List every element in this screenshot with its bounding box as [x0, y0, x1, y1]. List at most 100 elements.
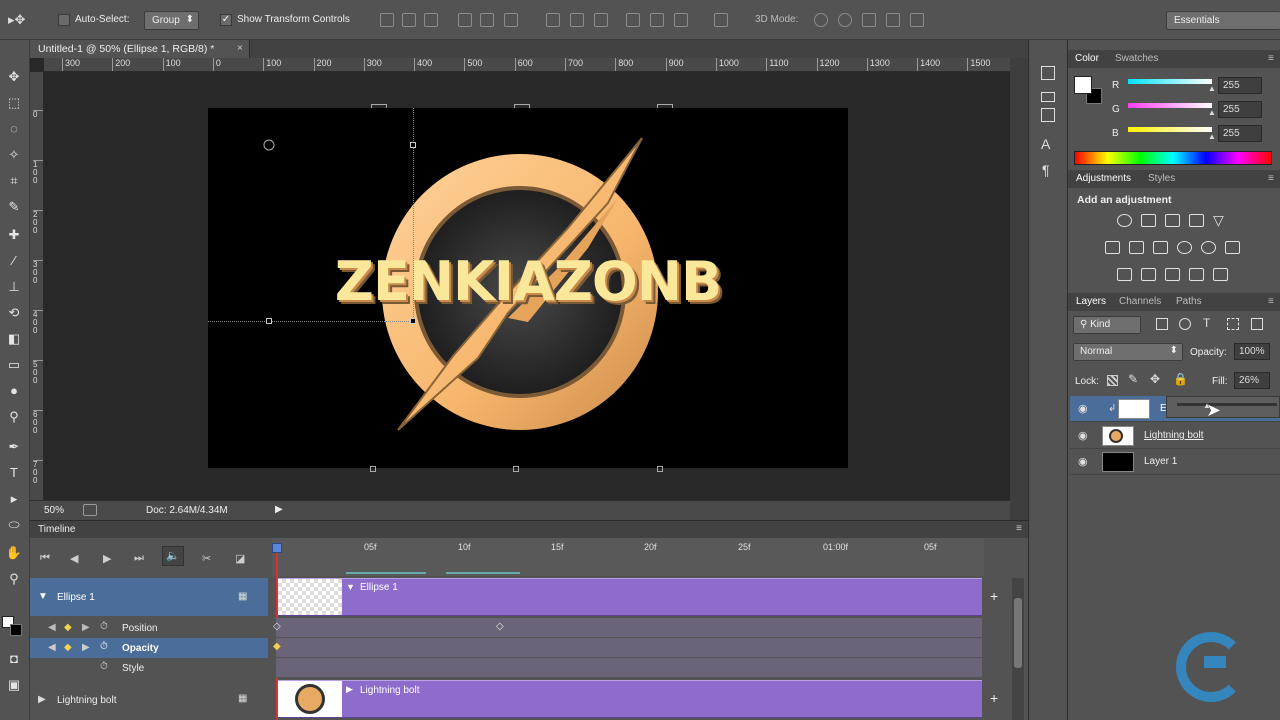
actions-icon[interactable] — [1041, 92, 1055, 102]
align-top-icon[interactable] — [380, 13, 394, 27]
layer-options-icon[interactable]: ▦ — [238, 693, 247, 704]
show-transform-checkbox[interactable]: ✓ — [220, 14, 232, 26]
healing-tool-icon[interactable]: ✚ — [4, 226, 24, 244]
workspace-dropdown[interactable]: Essentials — [1166, 11, 1280, 30]
color-spectrum[interactable] — [1074, 151, 1272, 165]
keyframe-track-opacity[interactable]: ◆ — [273, 638, 982, 658]
transform-handle[interactable] — [657, 466, 663, 472]
align-bottom-icon[interactable] — [424, 13, 438, 27]
panel-menu-icon[interactable]: ≡ — [1268, 173, 1274, 184]
next-keyframe-icon[interactable]: ▶ — [82, 642, 90, 653]
filter-smart-object-icon[interactable] — [1251, 318, 1263, 330]
auto-align-icon[interactable] — [714, 13, 728, 27]
hand-tool-icon[interactable]: ✋ — [4, 544, 24, 562]
quick-mask-icon[interactable]: ◘ — [4, 650, 24, 668]
playhead-handle[interactable] — [272, 543, 282, 553]
distribute-right-icon[interactable] — [674, 13, 688, 27]
invert-icon[interactable] — [1117, 268, 1132, 281]
align-left-icon[interactable] — [458, 13, 472, 27]
curves-icon[interactable] — [1165, 214, 1180, 227]
channel-mixer-icon[interactable] — [1201, 241, 1216, 254]
audio-icon[interactable]: 🔈 — [162, 546, 184, 566]
3d-pan-icon[interactable] — [862, 13, 876, 27]
expand-arrow-icon[interactable]: ▶ — [38, 694, 46, 705]
blend-mode-dropdown[interactable]: Normal ⬍ — [1073, 343, 1183, 361]
fill-slider-popup[interactable]: ▲ — [1166, 396, 1280, 418]
threshold-icon[interactable] — [1165, 268, 1180, 281]
gradient-map-icon[interactable] — [1189, 268, 1204, 281]
panel-menu-icon[interactable]: ≡ — [1016, 523, 1022, 534]
screen-mode-icon[interactable]: ▣ — [4, 676, 24, 694]
gradient-tool-icon[interactable]: ▭ — [4, 356, 24, 374]
hue-saturation-icon[interactable] — [1105, 241, 1120, 254]
stopwatch-icon[interactable]: ⏱ — [100, 661, 108, 672]
slider-thumb-icon[interactable]: ▲ — [1208, 108, 1216, 117]
slider-thumb-icon[interactable]: ▲ — [1208, 84, 1216, 93]
3d-rotate-icon[interactable] — [814, 13, 828, 27]
prev-keyframe-icon[interactable]: ◀ — [48, 622, 56, 633]
share-icon[interactable] — [83, 504, 97, 516]
layer-thumbnail[interactable] — [1118, 399, 1150, 419]
visibility-eye-icon[interactable]: ◉ — [1078, 455, 1088, 468]
distribute-top-icon[interactable] — [546, 13, 560, 27]
work-area-bar[interactable] — [346, 572, 426, 574]
panel-menu-icon[interactable]: ≡ — [1268, 296, 1274, 307]
prev-keyframe-icon[interactable]: ◀ — [48, 642, 56, 653]
blue-slider[interactable] — [1128, 127, 1212, 132]
eraser-tool-icon[interactable]: ◧ — [4, 330, 24, 348]
play-icon[interactable]: ▶ — [103, 552, 111, 565]
visibility-eye-icon[interactable]: ◉ — [1078, 402, 1088, 415]
timeline-ruler[interactable] — [272, 538, 984, 576]
visibility-eye-icon[interactable]: ◉ — [1078, 429, 1088, 442]
move-tool-icon[interactable]: ✥ — [4, 68, 24, 86]
auto-select-checkbox[interactable] — [58, 14, 70, 26]
clip-lightning[interactable]: ▶ Lightning bolt — [278, 680, 982, 718]
green-value[interactable]: 255 — [1218, 101, 1262, 118]
move-tool-icon[interactable]: ▸✥ — [8, 12, 25, 28]
brush-tool-icon[interactable]: ⁄ — [4, 252, 24, 270]
keyframe-marker[interactable]: ◇ — [496, 621, 504, 632]
3d-roll-icon[interactable] — [838, 13, 852, 27]
filter-pixel-icon[interactable] — [1156, 318, 1168, 330]
layer-row-layer1[interactable]: ◉ Layer 1 — [1070, 449, 1280, 475]
layer-row-lightning[interactable]: ◉ Lightning bolt — [1070, 423, 1280, 449]
zoom-level[interactable]: 50% — [44, 505, 64, 516]
filter-kind-dropdown[interactable]: ⚲ Kind — [1073, 316, 1141, 334]
red-value[interactable]: 255 — [1218, 77, 1262, 94]
transform-handle[interactable] — [410, 142, 416, 148]
align-vcenter-icon[interactable] — [402, 13, 416, 27]
clip-arrow-icon[interactable]: ▼ — [346, 582, 355, 592]
pen-tool-icon[interactable]: ✒ — [4, 438, 24, 456]
stopwatch-icon[interactable]: ⏱ — [100, 621, 108, 632]
layer-thumbnail[interactable] — [1102, 452, 1134, 472]
black-white-icon[interactable] — [1153, 241, 1168, 254]
dodge-tool-icon[interactable]: ⚲ — [4, 408, 24, 426]
tab-styles[interactable]: Styles — [1148, 173, 1175, 184]
distribute-left-icon[interactable] — [626, 13, 640, 27]
keyframe-icon[interactable]: ◆ — [64, 622, 72, 633]
transition-icon[interactable]: ◪ — [235, 552, 245, 565]
properties-icon[interactable] — [1041, 108, 1055, 122]
color-lookup-icon[interactable] — [1225, 241, 1240, 254]
layer-options-icon[interactable]: ▦ — [238, 591, 247, 602]
transform-handle[interactable] — [514, 104, 530, 108]
3d-scale-icon[interactable] — [910, 13, 924, 27]
tab-layers[interactable]: Layers — [1076, 296, 1106, 307]
keyframe-icon[interactable]: ◆ — [64, 642, 72, 653]
align-right-icon[interactable] — [504, 13, 518, 27]
property-row-selected[interactable]: ◀ ◆ ▶ ⏱ Opacity — [30, 638, 268, 658]
add-media-icon[interactable]: + — [990, 690, 998, 706]
split-clip-icon[interactable]: ✂ — [202, 552, 211, 565]
canvas[interactable]: ZENKIAZONB — [208, 108, 848, 468]
brightness-contrast-icon[interactable] — [1117, 214, 1132, 227]
opacity-input[interactable]: 100% — [1234, 343, 1270, 360]
vibrance-icon[interactable]: ▽ — [1213, 212, 1224, 229]
type-tool-icon[interactable]: T — [4, 464, 24, 482]
transform-handle[interactable] — [410, 318, 416, 324]
lock-all-icon[interactable]: 🔒 — [1173, 372, 1188, 386]
tab-swatches[interactable]: Swatches — [1115, 53, 1158, 64]
timeline-layer-lightning[interactable]: ▶ Lightning bolt ▦ — [30, 680, 268, 718]
keyframe-track-style[interactable] — [276, 658, 982, 678]
next-frame-icon[interactable]: ⏭ — [134, 552, 144, 565]
photo-filter-icon[interactable] — [1177, 241, 1192, 254]
